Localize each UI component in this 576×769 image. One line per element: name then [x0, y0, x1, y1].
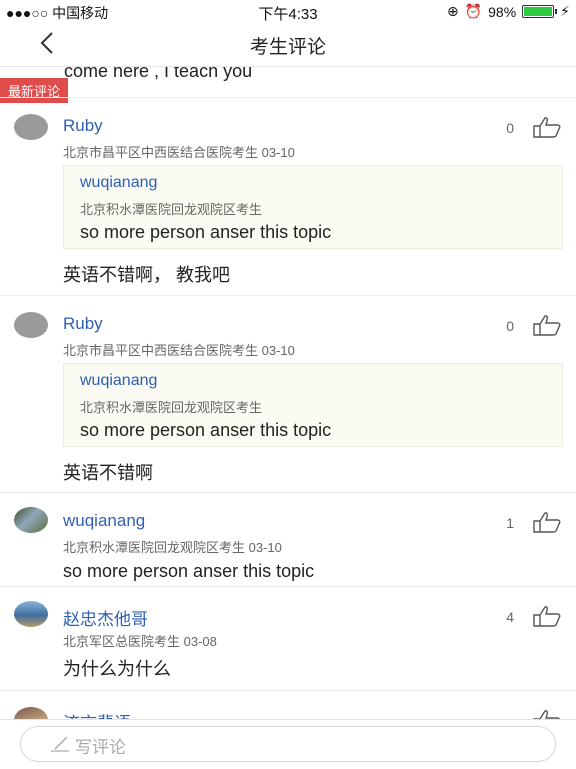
thumbs-up-icon[interactable]: [532, 709, 562, 719]
commenter-meta: 北京积水潭医院回龙观院区考生 03-10: [63, 540, 282, 555]
avatar[interactable]: [14, 707, 48, 719]
page-title: 考生评论: [249, 37, 326, 58]
comment-item[interactable]: 赵忠杰他哥 北京军区总医院考生 03-08 4 为什么为什么: [0, 586, 576, 690]
write-comment-input[interactable]: 写评论: [20, 726, 556, 762]
comment-item[interactable]: Ruby 北京市昌平区中西医结合医院考生 03-10 0 wuqianang 北…: [0, 97, 576, 295]
status-right: ⊕ ⏰ 98% ⚡: [447, 3, 570, 20]
thumbs-up-icon[interactable]: [532, 314, 562, 336]
commenter-name[interactable]: Ruby: [63, 314, 103, 334]
commenter-meta: 北京市昌平区中西医结合医院考生 03-10: [63, 343, 295, 358]
nav-bar: 考生评论: [0, 22, 576, 67]
commenter-name[interactable]: 赵忠杰他哥: [63, 605, 148, 630]
alarm-icon: ⏰: [464, 3, 483, 19]
comment-item[interactable]: 流言蜚语: [0, 690, 576, 719]
like-count: 4: [506, 609, 514, 625]
comment-list[interactable]: come here , I teach you 最新评论 Ruby 北京市昌平区…: [0, 67, 576, 719]
quoted-comment: wuqianang 北京积水潭医院回龙观院区考生 so more person …: [63, 165, 563, 249]
commenter-name[interactable]: wuqianang: [63, 511, 145, 531]
comment-text: 为什么为什么: [63, 659, 171, 679]
like-count: 0: [506, 318, 514, 334]
battery-fill: [524, 7, 552, 16]
comment-text: 英语不错啊: [63, 463, 153, 483]
quoted-meta: 北京积水潭医院回龙观院区考生: [80, 400, 263, 415]
comment-composer-bar: 写评论: [0, 719, 576, 769]
quoted-text: so more person anser this topic: [80, 222, 332, 242]
quoted-text: so more person anser this topic: [80, 420, 332, 440]
avatar[interactable]: [14, 312, 48, 338]
avatar[interactable]: [14, 507, 48, 533]
commenter-meta: 北京市昌平区中西医结合医院考生 03-10: [63, 145, 295, 160]
avatar[interactable]: [14, 114, 48, 140]
thumbs-up-icon[interactable]: [532, 116, 562, 138]
status-bar: ●●●○○ 中国移动 下午4:33 ⊕ ⏰ 98% ⚡: [0, 0, 576, 23]
thumbs-up-icon[interactable]: [532, 511, 562, 533]
battery-icon: [522, 5, 558, 18]
quoted-meta: 北京积水潭医院回龙观院区考生: [80, 202, 263, 217]
write-comment-placeholder: 写评论: [75, 738, 126, 757]
lock-rotation-icon: ⊕: [446, 3, 459, 19]
quoted-name[interactable]: wuqianang: [80, 372, 157, 390]
comment-text: so more person anser this topic: [63, 561, 315, 581]
commenter-name[interactable]: Ruby: [63, 116, 103, 136]
thumbs-up-icon[interactable]: [532, 605, 562, 627]
like-count: 1: [506, 515, 514, 531]
commenter-meta: 北京军区总医院考生 03-08: [63, 634, 217, 649]
partial-comment-text: come here , I teach you: [64, 67, 253, 81]
quoted-comment: wuqianang 北京积水潭医院回龙观院区考生 so more person …: [63, 363, 563, 447]
avatar[interactable]: [14, 601, 48, 627]
charging-icon: ⚡: [560, 3, 570, 19]
battery-percent: 98%: [488, 3, 517, 20]
comment-item[interactable]: wuqianang 北京积水潭医院回龙观院区考生 03-10 1 so more…: [0, 492, 576, 587]
like-count: 0: [506, 120, 514, 136]
pen-icon: [51, 736, 69, 752]
quoted-name[interactable]: wuqianang: [80, 174, 157, 192]
commenter-name[interactable]: 流言蜚语: [63, 709, 131, 719]
comment-text: 英语不错啊， 教我吧: [63, 265, 231, 285]
comment-item[interactable]: Ruby 北京市昌平区中西医结合医院考生 03-10 0 wuqianang 北…: [0, 295, 576, 493]
